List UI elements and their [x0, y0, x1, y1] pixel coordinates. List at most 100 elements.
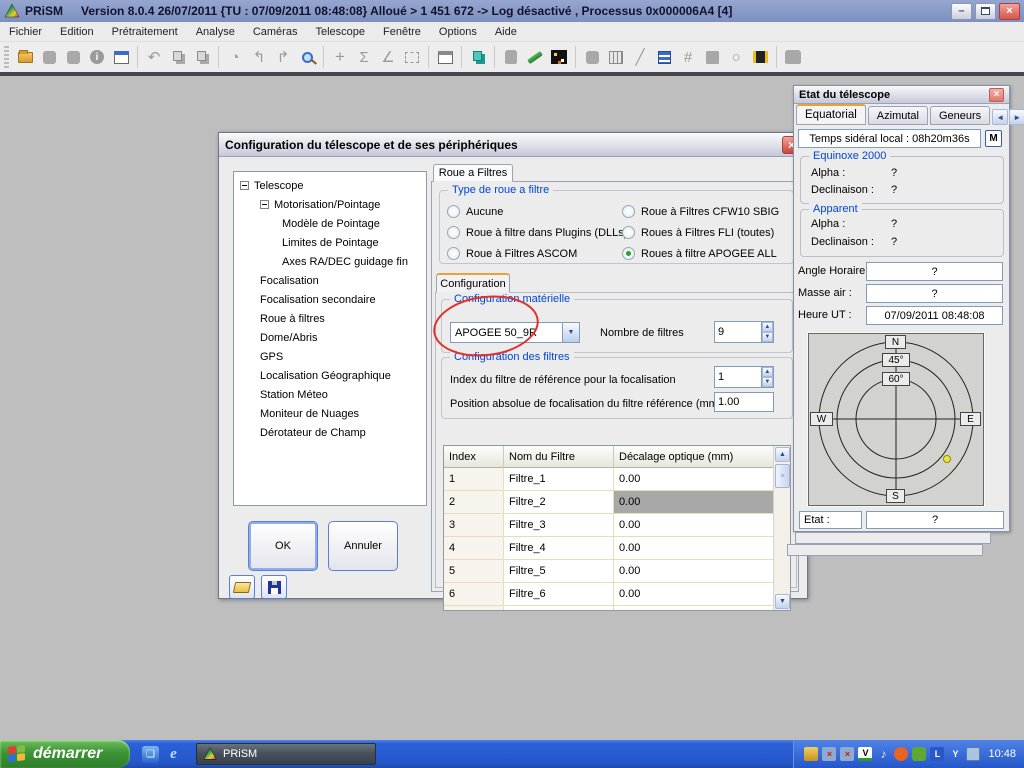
zoom-icon[interactable] [295, 45, 319, 69]
minimize-button-icon[interactable]: – [951, 3, 972, 20]
close-button-icon[interactable]: × [999, 3, 1020, 20]
display-window-icon[interactable] [109, 45, 133, 69]
tree-item-limites-pointage[interactable]: Limites de Pointage [234, 233, 426, 252]
spinner-up-icon[interactable]: ▲ [762, 367, 773, 377]
table-scrollbar[interactable]: ▲ ≡ ▼ [773, 446, 790, 610]
radio-cfw10-sbig[interactable]: Roue à Filtres CFW10 SBIG [622, 205, 779, 218]
spinner-down-icon[interactable]: ▼ [762, 377, 773, 387]
panel-close-icon[interactable]: × [989, 88, 1004, 102]
full-frame-icon[interactable] [700, 45, 724, 69]
scrollbar-thumb[interactable]: ≡ [775, 464, 790, 488]
scroll-up-icon[interactable]: ▲ [775, 447, 790, 462]
radio-aucune[interactable]: Aucune [447, 205, 503, 218]
ref-index-input[interactable] [715, 371, 761, 383]
table-row[interactable]: 4Filtre_40.00 [444, 537, 790, 560]
globe-icon[interactable]: ○ [724, 45, 748, 69]
radio-icon[interactable] [447, 205, 460, 218]
tab-scroll-right-icon[interactable]: ► [1009, 109, 1024, 125]
telescope-icon[interactable] [523, 45, 547, 69]
tree-item-axes-guidage[interactable]: Axes RA/DEC guidage fin [234, 252, 426, 271]
security-alert-icon[interactable] [804, 747, 818, 761]
radio-plugins-dll[interactable]: Roue à filtre dans Plugins (DLLs) [447, 226, 627, 239]
spinner-up-icon[interactable]: ▲ [762, 322, 773, 332]
column-header-nom[interactable]: Nom du Filtre [504, 446, 614, 468]
cancel-button[interactable]: Annuler [328, 521, 398, 571]
tree-item-derotateur[interactable]: Dérotateur de Champ [234, 423, 426, 442]
chevron-down-icon[interactable]: ▼ [562, 323, 579, 342]
tree-collapse-icon[interactable] [240, 181, 249, 190]
columns-icon[interactable] [604, 45, 628, 69]
dialog-titlebar[interactable]: Configuration du télescope et de ses pér… [219, 133, 807, 157]
tree-item-localisation[interactable]: Localisation Géographique [234, 366, 426, 385]
tree-item-roue-a-filtres[interactable]: Roue à filtres [234, 309, 426, 328]
network-disconnected-icon[interactable]: × [822, 747, 836, 761]
tree-item-focalisation-secondaire[interactable]: Focalisation secondaire [234, 290, 426, 309]
pointer-icon[interactable] [499, 45, 523, 69]
radio-icon[interactable] [622, 205, 635, 218]
tab-configuration[interactable]: Configuration [436, 273, 510, 293]
tree-item-dome-abris[interactable]: Dome/Abris [234, 328, 426, 347]
statistics-icon[interactable]: Σ [352, 45, 376, 69]
tab-azimutal[interactable]: Azimutal [868, 106, 928, 125]
background-window-edge[interactable] [787, 544, 983, 556]
restore-button-icon[interactable] [975, 3, 996, 20]
tab-equatorial[interactable]: Equatorial [796, 104, 866, 125]
volume-icon[interactable]: ♪ [876, 747, 890, 761]
save-config-button[interactable] [261, 575, 287, 599]
radio-ascom[interactable]: Roue à Filtres ASCOM [447, 247, 577, 260]
split-window-icon[interactable] [433, 45, 457, 69]
menu-options[interactable]: Options [430, 23, 486, 41]
ref-position-input[interactable] [715, 396, 773, 408]
camera-icon[interactable] [781, 45, 805, 69]
tree-item-station-meteo[interactable]: Station Méteo [234, 385, 426, 404]
internet-explorer-icon[interactable]: e [165, 746, 182, 763]
info-icon[interactable]: i [85, 45, 109, 69]
menu-analyse[interactable]: Analyse [187, 23, 244, 41]
menu-fichier[interactable]: Fichier [0, 23, 51, 41]
grid-icon[interactable]: # [676, 45, 700, 69]
paste-icon[interactable] [190, 45, 214, 69]
language-bar-icon[interactable]: L [930, 747, 944, 761]
menu-aide[interactable]: Aide [486, 23, 526, 41]
scroll-down-icon[interactable]: ▼ [775, 594, 790, 609]
load-config-button[interactable] [229, 575, 255, 599]
taskbar-prism-button[interactable]: PRiSM [196, 743, 376, 765]
network-error-icon[interactable]: × [840, 747, 854, 761]
save-all-icon[interactable] [61, 45, 85, 69]
table-row[interactable]: 5Filtre_50.00 [444, 560, 790, 583]
tree-item-focalisation[interactable]: Focalisation [234, 271, 426, 290]
undo-icon[interactable]: ↶ [142, 45, 166, 69]
menu-fenetre[interactable]: Fenêtre [374, 23, 430, 41]
background-window-edge[interactable] [795, 532, 991, 544]
table-row[interactable]: 6Filtre_60.00 [444, 583, 790, 606]
selection-rect-icon[interactable] [400, 45, 424, 69]
table-row[interactable]: 1Filtre_10.00 [444, 468, 790, 491]
rotate-right-icon[interactable]: ↱ [271, 45, 295, 69]
save-icon[interactable] [37, 45, 61, 69]
filter-count-input[interactable] [715, 326, 761, 338]
hardware-config-dropdown[interactable]: APOGEE 50_9R ▼ [450, 322, 580, 343]
m-button[interactable]: M [985, 130, 1002, 147]
radio-apogee-all[interactable]: Roues à filtre APOGEE ALL [622, 247, 777, 260]
panel-titlebar[interactable]: Etat du télescope × [794, 86, 1009, 104]
selected-cell[interactable]: 0.00 [614, 491, 775, 514]
menu-edition[interactable]: Edition [51, 23, 103, 41]
radio-fli[interactable]: Roues à Filtres FLI (toutes) [622, 226, 774, 239]
column-header-index[interactable]: Index [444, 446, 504, 468]
menu-cameras[interactable]: Caméras [244, 23, 307, 41]
tab-geneurs[interactable]: Geneurs [930, 106, 990, 125]
filter-count-spinner[interactable]: ▲▼ [714, 321, 774, 343]
radio-icon[interactable] [622, 226, 635, 239]
copy-icon[interactable] [166, 45, 190, 69]
table-row[interactable]: 7Filtre_70.00 [444, 606, 790, 611]
radio-selected-icon[interactable] [622, 247, 635, 260]
column-header-decalage[interactable]: Décalage optique (mm) [614, 446, 775, 468]
update-icon[interactable] [912, 747, 926, 761]
table-row[interactable]: 3Filtre_30.00 [444, 514, 790, 537]
spinner-down-icon[interactable]: ▼ [762, 332, 773, 342]
ok-button[interactable]: OK [248, 521, 318, 571]
menu-pretraitement[interactable]: Prétraitement [103, 23, 187, 41]
menu-telescope[interactable]: Telescope [306, 23, 374, 41]
table-row[interactable]: 2Filtre_20.00 [444, 491, 790, 514]
start-button[interactable]: démarrer [0, 740, 130, 768]
